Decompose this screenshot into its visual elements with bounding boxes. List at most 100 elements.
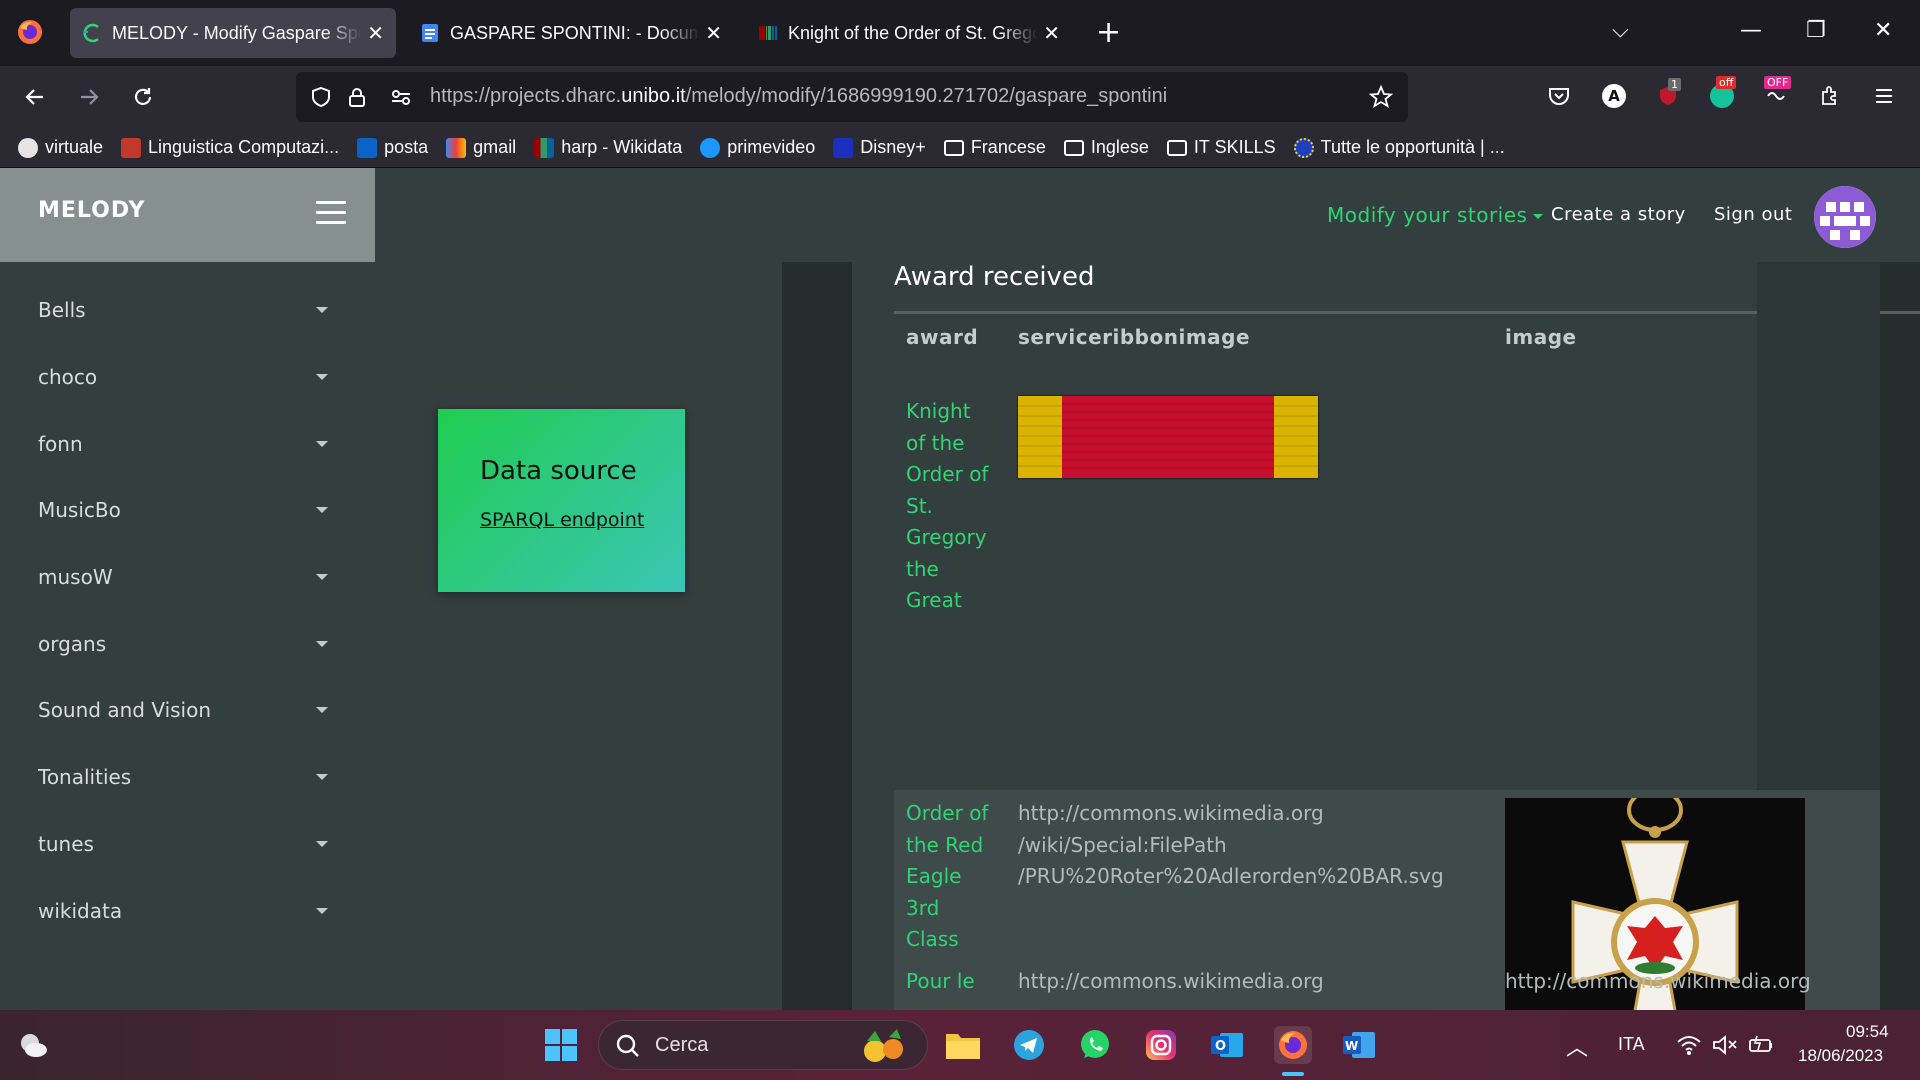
firefox-icon[interactable] — [16, 18, 44, 46]
taskbar-search[interactable]: Cerca — [598, 1020, 928, 1070]
data-source-card: Data source SPARQL endpoint — [438, 409, 685, 592]
outlook-icon — [357, 137, 378, 158]
folder-icon — [1063, 139, 1084, 156]
extensions-puzzle-icon[interactable] — [1814, 80, 1846, 112]
caret-down-icon — [316, 441, 328, 447]
input-language[interactable]: ITA — [1618, 1034, 1645, 1055]
tab-title: Knight of the Order of St. Gregory the G… — [788, 22, 1038, 43]
award-link[interactable]: Order of the Red Eagle 3rd Class — [906, 798, 1006, 956]
clock-date[interactable]: 18/06/2023 — [1798, 1046, 1883, 1066]
sidebar-item-organs[interactable]: organs — [38, 624, 328, 664]
outlook-icon[interactable]: O — [1208, 1026, 1246, 1064]
bookmark-item[interactable]: Disney+ — [833, 137, 926, 158]
modify-stories-dropdown[interactable]: Modify your stories — [1327, 203, 1544, 227]
table-row-shade — [1757, 262, 1880, 790]
sidebar-item-wikidata[interactable]: wikidata — [38, 891, 328, 931]
sidebar-item-choco[interactable]: choco — [38, 357, 328, 397]
bookmark-star-icon[interactable] — [1368, 84, 1394, 110]
melody-favicon-icon — [82, 23, 102, 43]
minimize-icon[interactable]: — — [1740, 18, 1762, 43]
tab-google-docs[interactable]: GASPARE SPONTINI: - Documenti Google ✕ — [408, 8, 734, 58]
battery-icon[interactable] — [1742, 1026, 1780, 1064]
sidebar-item-musicbo[interactable]: MusicBo — [38, 490, 328, 530]
sidebar-item-label: Tonalities — [38, 765, 132, 789]
bookmark-folder[interactable]: IT SKILLS — [1166, 137, 1276, 158]
bookmark-item[interactable]: primevideo — [700, 137, 815, 158]
extension-off-icon[interactable]: OFF — [1760, 76, 1792, 112]
create-story-link[interactable]: Create a story — [1551, 204, 1686, 225]
sidebar-item-musow[interactable]: musoW — [38, 557, 328, 597]
linguistica-icon — [121, 137, 142, 158]
bookmark-item[interactable]: posta — [357, 137, 428, 158]
weather-icon[interactable] — [14, 1026, 52, 1064]
sidebar-item-tunes[interactable]: tunes — [38, 824, 328, 864]
new-tab-icon[interactable]: + — [1096, 18, 1121, 48]
url-text[interactable]: https://projects.dharc.unibo.it/melody/m… — [430, 85, 1167, 108]
firefox-taskbar-icon[interactable] — [1274, 1026, 1312, 1064]
caret-down-icon — [316, 707, 328, 713]
sidebar-item-label: organs — [38, 632, 107, 656]
eu-icon — [1293, 137, 1314, 158]
windows-taskbar: Cerca O W ︿ ITA 09:54 18/06/2023 — [0, 1010, 1920, 1080]
restore-icon[interactable]: ❐ — [1806, 18, 1826, 43]
tracking-protection-shield-icon[interactable] — [308, 84, 334, 110]
url-bar[interactable]: https://projects.dharc.unibo.it/melody/m… — [296, 72, 1408, 122]
sidebar-item-tonalities[interactable]: Tonalities — [38, 757, 328, 797]
close-tab-icon[interactable]: ✕ — [1043, 21, 1060, 45]
windows-start-icon[interactable] — [542, 1026, 580, 1064]
clock-time[interactable]: 09:54 — [1846, 1022, 1889, 1042]
ublock-icon[interactable]: 1 — [1652, 78, 1684, 112]
bookmark-folder[interactable]: Inglese — [1063, 137, 1149, 158]
folder-icon — [943, 139, 964, 156]
forward-icon[interactable] — [72, 80, 106, 114]
browser-navigation-bar: https://projects.dharc.unibo.it/melody/m… — [0, 66, 1920, 128]
account-avatar-icon[interactable]: A — [1598, 80, 1630, 112]
caret-down-icon — [316, 841, 328, 847]
back-icon[interactable] — [18, 80, 52, 114]
sidebar-item-sound-and-vision[interactable]: Sound and Vision — [38, 690, 328, 730]
close-tab-icon[interactable]: ✕ — [367, 21, 384, 45]
volume-muted-icon[interactable] — [1706, 1026, 1744, 1064]
content-gutter — [1880, 262, 1920, 1010]
sidebar-item-label: tunes — [38, 832, 94, 856]
tab-knight-order[interactable]: Knight of the Order of St. Gregory the G… — [746, 8, 1072, 58]
sparql-endpoint-link[interactable]: SPARQL endpoint — [480, 509, 644, 531]
telegram-icon[interactable] — [1010, 1026, 1048, 1064]
bookmark-item[interactable]: gmail — [446, 137, 516, 158]
whatsapp-icon[interactable] — [1076, 1026, 1114, 1064]
column-header-image: image — [1505, 325, 1577, 349]
bookmark-item[interactable]: Tutte le opportunità | ... — [1293, 137, 1505, 158]
permissions-icon[interactable] — [388, 84, 414, 110]
lock-icon[interactable] — [344, 84, 370, 110]
instagram-icon[interactable] — [1142, 1026, 1180, 1064]
wifi-icon[interactable] — [1670, 1026, 1708, 1064]
tab-melody[interactable]: MELODY - Modify Gaspare Spontini ✕ — [70, 8, 396, 58]
ublock-badge: 1 — [1668, 78, 1681, 91]
bookmark-folder[interactable]: Francese — [943, 137, 1046, 158]
list-all-tabs-icon[interactable]: ⌵ — [1612, 18, 1629, 43]
show-hidden-icons-icon[interactable]: ︿ — [1566, 1030, 1588, 1062]
user-avatar[interactable] — [1814, 186, 1876, 248]
bookmark-item[interactable]: harp - Wikidata — [534, 137, 682, 158]
award-link[interactable]: Knight of the Order of St. Gregory the G… — [906, 396, 1006, 617]
grammarly-icon[interactable]: off — [1706, 76, 1738, 112]
tab-title: GASPARE SPONTINI: - Documenti Google — [450, 22, 700, 43]
reload-icon[interactable] — [126, 80, 160, 114]
hamburger-menu-icon[interactable] — [316, 201, 346, 225]
close-window-icon[interactable]: ✕ — [1874, 18, 1892, 43]
section-title: Award received — [894, 262, 1095, 292]
word-icon[interactable]: W — [1340, 1026, 1378, 1064]
sidebar-item-fonn[interactable]: fonn — [38, 424, 328, 464]
close-tab-icon[interactable]: ✕ — [705, 21, 722, 45]
file-explorer-icon[interactable] — [944, 1026, 982, 1064]
sidebar-item-label: Bells — [38, 298, 86, 322]
award-link[interactable]: Pour le — [906, 966, 1006, 998]
service-ribbon-image — [1018, 396, 1318, 478]
sidebar-item-bells[interactable]: Bells — [38, 290, 328, 330]
app-menu-icon[interactable] — [1868, 80, 1900, 112]
bookmark-item[interactable]: virtuale — [18, 137, 103, 158]
brand-name[interactable]: MELODY — [38, 198, 145, 223]
sign-out-link[interactable]: Sign out — [1714, 204, 1792, 225]
bookmark-item[interactable]: Linguistica Computazi... — [121, 137, 339, 158]
pocket-icon[interactable] — [1543, 80, 1575, 112]
